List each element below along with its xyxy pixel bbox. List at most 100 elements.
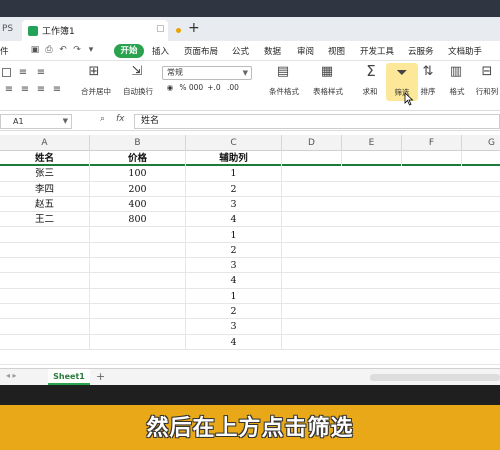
row-col-icon[interactable]: ⊟: [480, 65, 494, 79]
name-box[interactable]: A1 ▼: [0, 114, 72, 129]
header-cell-name[interactable]: 姓名: [0, 151, 90, 167]
table-cell[interactable]: [0, 242, 90, 259]
table-cell[interactable]: 800: [90, 212, 186, 228]
thousands-button[interactable]: 000: [188, 83, 204, 92]
table-cell[interactable]: 4: [186, 334, 282, 350]
sort-icon[interactable]: ⇅: [421, 65, 435, 79]
merge-center-button[interactable]: 合并居中: [76, 86, 116, 97]
table-cell[interactable]: [342, 151, 402, 167]
sheet-tab-sheet1[interactable]: Sheet1: [48, 369, 90, 385]
menu-view[interactable]: 视图: [328, 45, 345, 57]
table-cell[interactable]: [90, 227, 186, 243]
formula-input[interactable]: 姓名: [134, 114, 500, 129]
menu-insert[interactable]: 插入: [152, 45, 169, 57]
table-cell[interactable]: 2: [186, 304, 282, 320]
fx-button[interactable]: fx: [116, 114, 125, 124]
menu-doc-assistant[interactable]: 文档助手: [448, 45, 482, 57]
table-cell[interactable]: [90, 242, 186, 259]
undo-icon[interactable]: ↶: [58, 45, 68, 55]
wrap-text-icon[interactable]: ⇲: [130, 65, 144, 79]
format-button[interactable]: 格式: [443, 86, 471, 97]
table-cell[interactable]: [90, 258, 186, 274]
column-header-c[interactable]: C: [186, 135, 282, 151]
increase-decimal-button[interactable]: +.0: [206, 83, 222, 92]
table-cell[interactable]: [0, 258, 90, 274]
table-cell[interactable]: 3: [186, 319, 282, 335]
tab-start[interactable]: 开始: [114, 44, 144, 58]
menu-cloud[interactable]: 云服务: [408, 45, 434, 57]
menu-page-layout[interactable]: 页面布局: [184, 45, 218, 57]
horizontal-scrollbar[interactable]: [370, 374, 500, 381]
more-icon[interactable]: ▾: [86, 45, 96, 55]
table-style-button[interactable]: 表格样式: [306, 86, 350, 97]
table-cell[interactable]: [0, 319, 90, 335]
align-top-icon[interactable]: [2, 68, 11, 77]
conditional-format-icon[interactable]: ▤: [276, 65, 290, 79]
table-cell[interactable]: 100: [90, 166, 186, 182]
menu-data[interactable]: 数据: [264, 45, 281, 57]
table-cell[interactable]: [90, 334, 186, 350]
number-format-select[interactable]: 常规 ▼: [162, 66, 252, 80]
table-cell[interactable]: 赵五: [0, 196, 90, 213]
justify-icon[interactable]: ≡: [50, 83, 64, 97]
document-tab[interactable]: 工作簿1 ▢: [22, 20, 181, 41]
table-cell[interactable]: 2: [186, 242, 282, 259]
add-sheet-button[interactable]: +: [96, 370, 105, 383]
table-cell[interactable]: 200: [90, 181, 186, 197]
new-tab-button[interactable]: +: [188, 20, 200, 36]
table-cell[interactable]: 3: [186, 258, 282, 274]
table-cell[interactable]: 1: [186, 288, 282, 304]
merge-center-icon[interactable]: ⊞: [87, 65, 101, 79]
currency-icon[interactable]: ◉: [164, 83, 176, 92]
redo-icon[interactable]: ↷: [72, 45, 82, 55]
wrap-text-button[interactable]: 自动换行: [118, 86, 158, 97]
menu-file[interactable]: 件: [0, 45, 9, 57]
column-header-b[interactable]: B: [90, 135, 186, 151]
align-middle-icon[interactable]: ≡: [16, 66, 30, 80]
sheet-grid[interactable]: 姓名 价格 辅助列 张三 100 1 李四 200 2 赵五 400 3 王二 …: [0, 151, 500, 371]
table-cell[interactable]: [0, 304, 90, 320]
table-cell[interactable]: 王二: [0, 212, 90, 228]
align-center-icon[interactable]: ≡: [18, 83, 32, 97]
column-header-f[interactable]: F: [402, 135, 462, 151]
format-icon[interactable]: ▥: [449, 65, 463, 79]
app-tab[interactable]: PS: [0, 17, 24, 41]
table-cell[interactable]: [0, 273, 90, 289]
table-cell[interactable]: 1: [186, 166, 282, 182]
align-left-icon[interactable]: ≡: [2, 83, 16, 97]
print-icon[interactable]: ⎙: [44, 45, 54, 55]
table-cell[interactable]: 1: [186, 227, 282, 243]
tab-close-icon[interactable]: ▢: [156, 24, 165, 34]
table-style-icon[interactable]: ▦: [320, 65, 334, 79]
table-cell[interactable]: [282, 151, 342, 167]
header-cell-helper[interactable]: 辅助列: [186, 151, 282, 167]
menu-developer[interactable]: 开发工具: [360, 45, 394, 57]
table-cell[interactable]: [0, 288, 90, 304]
column-header-e[interactable]: E: [342, 135, 402, 151]
menu-formula[interactable]: 公式: [232, 45, 249, 57]
conditional-format-button[interactable]: 条件格式: [262, 86, 306, 97]
table-cell[interactable]: 400: [90, 196, 186, 213]
header-cell-price[interactable]: 价格: [90, 151, 186, 167]
decrease-decimal-button[interactable]: .00: [224, 83, 242, 92]
table-cell[interactable]: 2: [186, 181, 282, 197]
row-col-button[interactable]: 行和列: [472, 86, 500, 97]
table-cell[interactable]: [90, 288, 186, 304]
sum-button[interactable]: 求和: [356, 86, 384, 97]
sum-icon[interactable]: Σ: [364, 64, 378, 79]
table-cell[interactable]: [0, 227, 90, 243]
column-header-g[interactable]: G: [462, 135, 500, 151]
zoom-icon[interactable]: ⌕: [100, 114, 105, 124]
table-cell[interactable]: [402, 151, 462, 167]
sort-button[interactable]: 排序: [414, 86, 442, 97]
table-cell[interactable]: [90, 304, 186, 320]
table-cell[interactable]: 3: [186, 196, 282, 213]
table-cell[interactable]: 李四: [0, 181, 90, 197]
table-cell[interactable]: [90, 319, 186, 335]
menu-review[interactable]: 审阅: [297, 45, 314, 57]
table-cell[interactable]: [90, 273, 186, 289]
table-cell[interactable]: 4: [186, 273, 282, 289]
table-cell[interactable]: [0, 334, 90, 350]
table-cell[interactable]: 4: [186, 212, 282, 228]
save-icon[interactable]: ▣: [30, 45, 40, 55]
